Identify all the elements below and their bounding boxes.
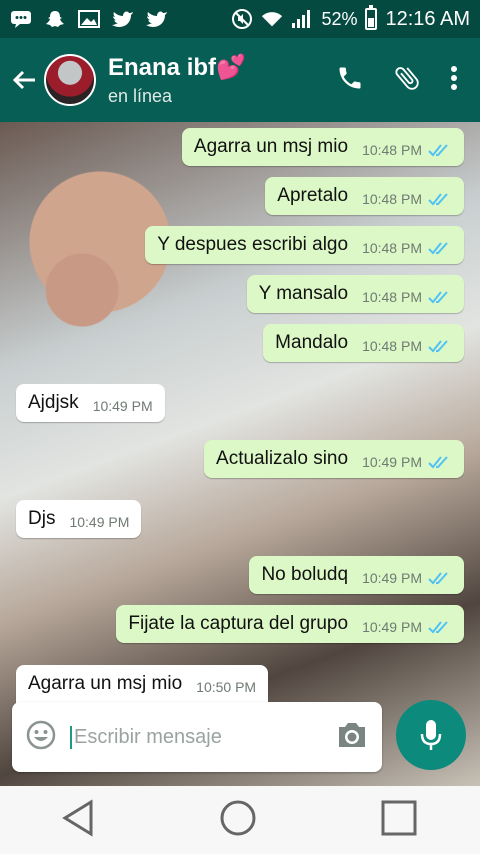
message-text: Djs [28,508,56,529]
contact-info[interactable]: Enana ibf💕 en línea [108,53,246,107]
twitter-icon [112,9,134,29]
system-status: 52% 12:16 AM [231,5,470,31]
message-input[interactable]: Escribir mensaje [70,725,222,749]
message-bubble[interactable]: Y mansalo 10:48 PM [246,275,464,313]
recents-icon[interactable] [379,798,419,843]
read-ticks-icon [428,242,448,255]
message-time: 10:50 PM [196,679,257,695]
mic-button[interactable] [396,700,466,770]
message-text: Agarra un msj mio [28,673,183,694]
avatar[interactable] [44,54,96,106]
battery-icon [365,5,378,30]
notification-icons [10,9,168,29]
message-meta: 10:49 PM [362,454,452,470]
attach-icon[interactable] [392,63,422,98]
message-meta: 10:49 PM [93,398,153,414]
message-time: 10:49 PM [69,514,130,530]
read-ticks-icon [428,456,448,469]
message-bubble[interactable]: Agarra un msj mio 10:48 PM [181,128,464,166]
message-meta: 10:49 PM [362,570,452,586]
home-icon[interactable] [218,798,258,843]
message-time: 10:48 PM [362,338,422,354]
read-ticks-icon [428,291,448,304]
contact-status: en línea [108,86,173,106]
camera-icon[interactable] [336,721,368,754]
message-text: Agarra un msj mio [193,136,349,157]
clock: 12:16 AM [385,7,470,30]
read-ticks-icon [428,144,448,157]
message-meta: 10:48 PM [362,289,452,305]
read-ticks-icon [428,193,448,206]
header-actions [336,63,458,98]
gallery-icon [78,9,100,29]
emoji-icon[interactable] [26,720,56,755]
message-bubble[interactable]: Ajdjsk 10:49 PM [16,384,165,422]
phone-icon[interactable] [336,64,364,97]
message-text: Ajdjsk [28,392,79,413]
message-bubble[interactable]: Fijate la captura del grupo 10:49 PM [116,605,464,643]
signal-icon [291,9,313,29]
chat-header: Enana ibf💕 en línea [0,38,480,122]
message-meta: 10:48 PM [362,240,452,256]
message-text: Y despues escribi algo [157,234,349,255]
message-text: Actualizalo sino [216,448,349,469]
message-bubble[interactable]: No boludq 10:49 PM [249,556,464,594]
message-meta: 10:48 PM [362,191,452,207]
message-meta: 10:49 PM [362,619,452,635]
message-meta: 10:50 PM [196,679,256,695]
mic-icon [420,720,442,750]
system-nav-bar [0,786,480,854]
back-icon[interactable] [61,798,97,843]
read-ticks-icon [428,621,448,634]
message-icon [10,9,32,29]
read-ticks-icon [428,340,448,353]
read-ticks-icon [428,572,448,585]
message-text: Y mansalo [258,283,349,304]
contact-name: Enana ibf💕 [108,54,246,81]
message-text: Fijate la captura del grupo [128,613,349,634]
message-time: 10:48 PM [362,240,422,256]
message-time: 10:49 PM [362,619,422,635]
snapchat-icon [44,9,66,29]
battery-percent: 52% [321,8,358,29]
message-time: 10:49 PM [362,570,422,586]
message-bubble[interactable]: Y despues escribi algo 10:48 PM [145,226,464,264]
message-text: Mandalo [275,332,349,353]
message-time: 10:49 PM [92,398,153,414]
message-time: 10:49 PM [362,454,422,470]
status-bar: 52% 12:16 AM [0,0,480,38]
message-bubble[interactable]: Djs 10:49 PM [16,500,142,538]
twitter-icon [146,9,168,29]
message-time: 10:48 PM [362,289,422,305]
message-text: Apretalo [277,185,349,206]
back-arrow-icon[interactable] [4,38,44,122]
message-bubble[interactable]: Mandalo 10:48 PM [263,324,464,362]
message-meta: 10:48 PM [362,142,452,158]
message-text: No boludq [261,564,349,585]
message-time: 10:48 PM [362,142,422,158]
wifi-icon [261,9,283,29]
message-bubble[interactable]: Actualizalo sino 10:49 PM [204,440,464,478]
message-time: 10:48 PM [362,191,422,207]
message-meta: 10:49 PM [69,514,129,530]
message-bubble[interactable]: Apretalo 10:48 PM [265,177,464,215]
chat-area[interactable]: Agarra un msj mio 10:48 PM Apretalo 10:4… [0,122,480,786]
menu-icon[interactable] [450,65,458,96]
message-composer: Escribir mensaje [12,702,382,772]
message-meta: 10:48 PM [362,338,452,354]
no-sound-icon [231,9,253,29]
